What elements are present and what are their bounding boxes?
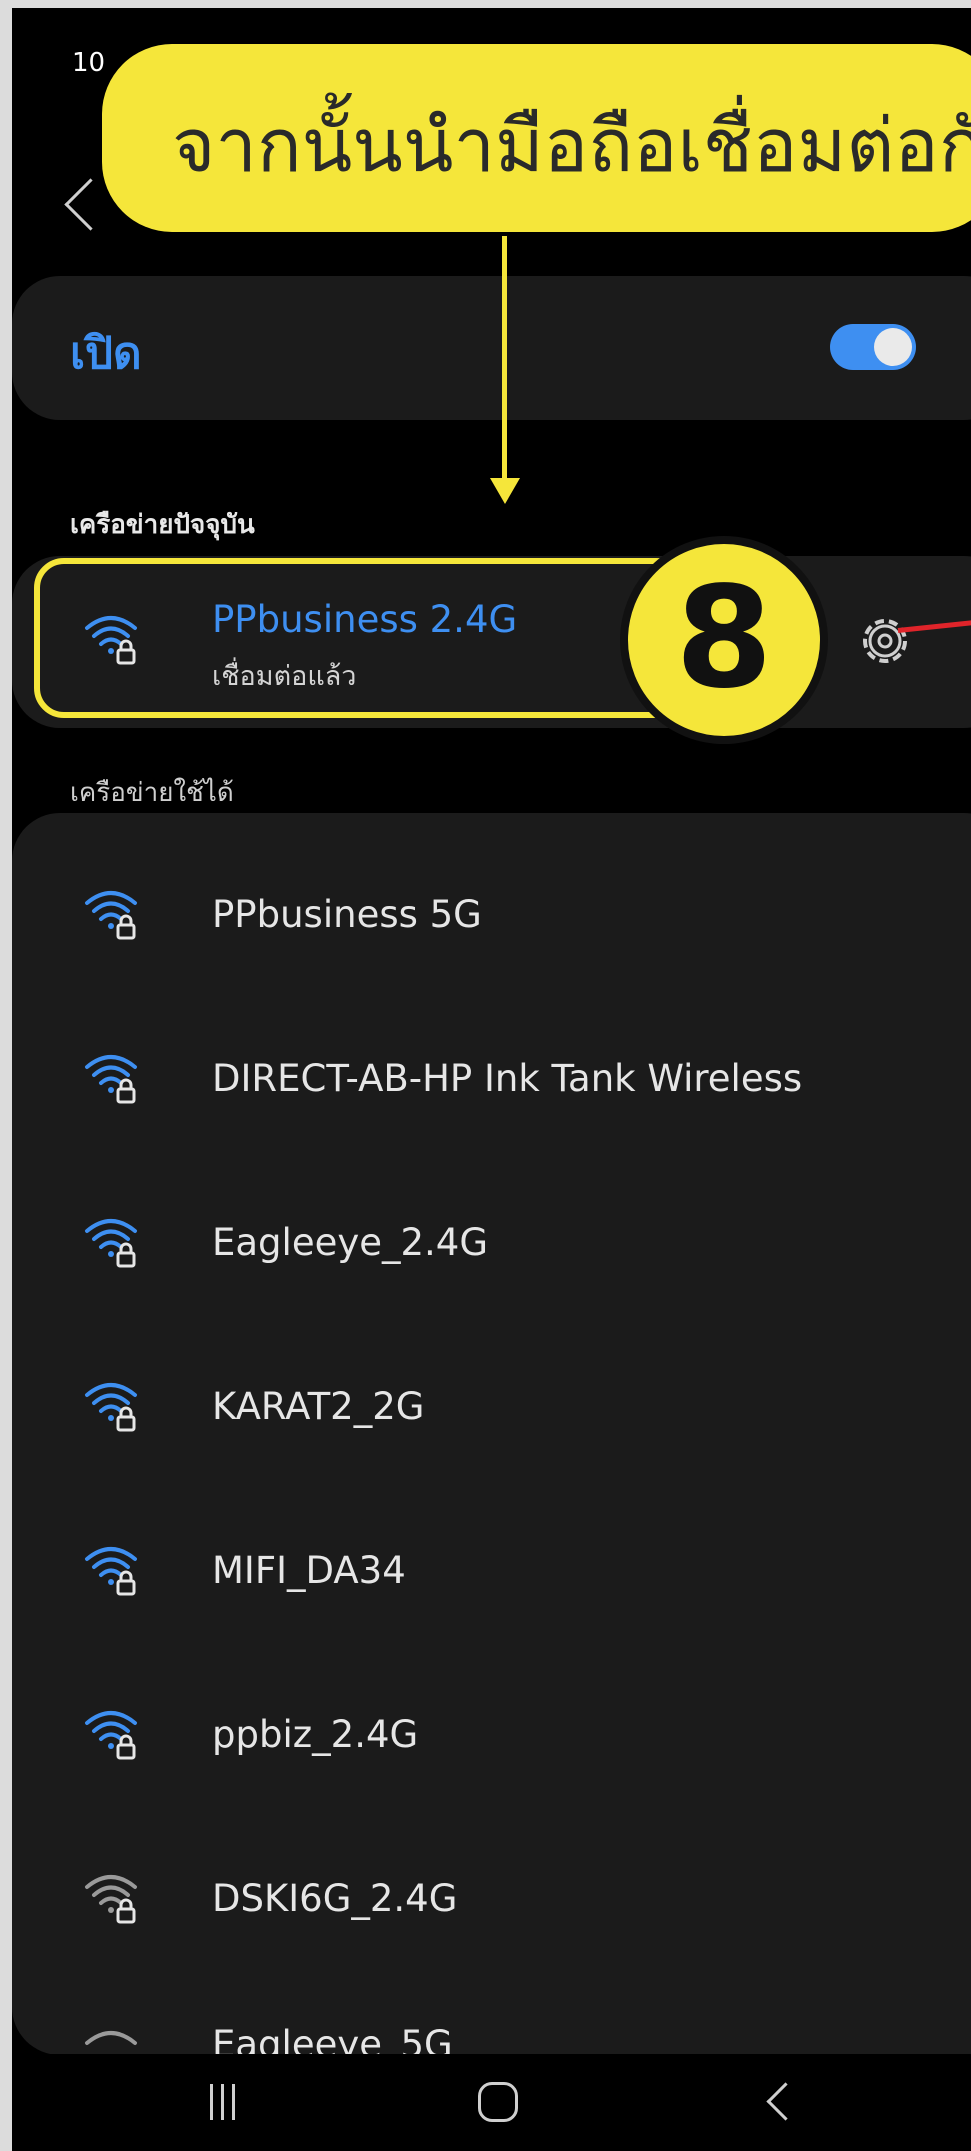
network-name: DIRECT-AB-HP Ink Tank Wireless [212,1057,803,1100]
available-networks-section-label: เครือข่ายใช้ได้ [70,778,234,808]
wifi-locked-icon [85,1383,137,1432]
network-row[interactable]: Eagleeye_2.4G [12,1183,971,1303]
wifi-locked-icon [85,891,137,940]
step-number: 8 [675,557,773,720]
current-network-section-label: เครือข่ายปัจจุบัน [70,510,255,540]
wifi-locked-icon [85,1219,137,1268]
wifi-toggle-label: เปิด [70,328,142,379]
wifi-locked-icon [85,1055,137,1104]
status-bar-time: 10 [72,48,106,78]
step-badge: 8 [620,536,828,744]
wifi-switch[interactable] [830,324,916,370]
network-row[interactable]: ppbiz_2.4G [12,1675,971,1795]
switch-knob [874,328,912,366]
callout-arrow [502,236,507,486]
wifi-locked-icon [85,1547,137,1596]
recents-icon[interactable] [210,2084,236,2120]
callout-arrow-head [490,478,520,504]
network-row[interactable]: KARAT2_2G [12,1347,971,1467]
callout-text: จากนั้นนำมือถือเชื่อมต่อกับ [172,103,971,189]
available-networks-list: PPbusiness 5G DIRECT-AB-HP Ink Tank Wire… [12,813,971,2066]
network-row[interactable]: PPbusiness 5G [12,855,971,975]
network-row[interactable]: MIFI_DA34 [12,1511,971,1631]
network-name: ppbiz_2.4G [212,1713,419,1756]
navigation-bar [12,2054,971,2151]
current-network-highlight [34,558,686,718]
network-name: KARAT2_2G [212,1385,425,1428]
nav-back-icon[interactable] [766,2082,805,2121]
home-icon[interactable] [478,2082,518,2122]
network-name: Eagleeye_2.4G [212,1221,489,1264]
wifi-locked-icon [85,1875,137,1924]
network-name: PPbusiness 5G [212,893,482,936]
wifi-toggle-row[interactable]: เปิด [12,276,971,420]
network-row[interactable]: DIRECT-AB-HP Ink Tank Wireless [12,1019,971,1139]
network-name: MIFI_DA34 [212,1549,406,1592]
network-row[interactable]: DSKI6G_2.4G [12,1839,971,1959]
wifi-locked-icon [85,1711,137,1760]
gear-icon[interactable] [854,610,916,672]
network-name: DSKI6G_2.4G [212,1877,458,1920]
wifi-settings-screen: 10 เปิด เครือข่ายปัจจุบัน PPbusiness 2.4… [12,8,971,2151]
